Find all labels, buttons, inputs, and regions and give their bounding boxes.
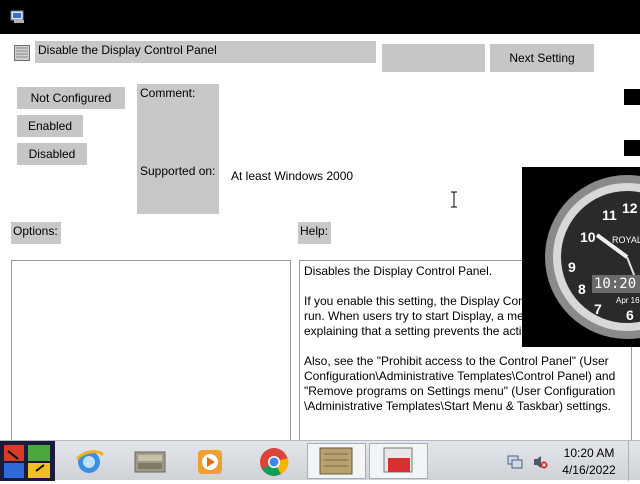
policy-icon	[14, 45, 30, 61]
options-label: Options:	[11, 222, 61, 244]
media-player-icon[interactable]	[193, 445, 227, 479]
clock-numeral: 7	[594, 301, 602, 317]
taskbar-app-active-1[interactable]	[307, 443, 366, 479]
help-label: Help:	[298, 222, 331, 244]
previous-setting-button[interactable]	[382, 44, 485, 72]
volume-muted-icon[interactable]	[532, 454, 548, 470]
help-line: Also, see the "Prohibit access to the Co…	[304, 354, 609, 368]
policy-title: Disable the Display Control Panel	[35, 41, 376, 63]
next-setting-button[interactable]: Next Setting	[490, 44, 594, 72]
clock-brand: ROYAL	[612, 235, 640, 245]
network-icon[interactable]	[507, 454, 523, 470]
taskbar-date[interactable]: 4/16/2022	[556, 463, 622, 477]
clock-numeral: 6	[626, 307, 634, 323]
clock-numeral: 12	[622, 200, 638, 216]
clock-numeral: 10	[580, 229, 596, 245]
clock-numeral: 11	[602, 207, 617, 223]
help-line: "Remove programs on Settings menu" (User…	[304, 384, 616, 398]
help-line: Configuration\Administrative Templates\C…	[304, 369, 616, 383]
edge-marker	[624, 140, 640, 156]
clock-numeral: 8	[578, 281, 586, 297]
taskbar-app-active-2[interactable]	[369, 443, 428, 479]
enabled-radio[interactable]: Enabled	[17, 115, 83, 137]
supported-on-label: Supported on:	[140, 164, 216, 178]
clock-digital-time: 10:20	[594, 276, 637, 292]
supported-on-value: At least Windows 2000	[231, 169, 354, 183]
clock-digital-date: Apr 16	[616, 296, 640, 305]
ie-icon[interactable]	[72, 445, 106, 479]
taskbar: 10:20 AM 4/16/2022	[0, 440, 640, 481]
not-configured-radio[interactable]: Not Configured	[17, 87, 125, 109]
clock-numeral: 9	[568, 259, 576, 275]
title-bar	[0, 0, 640, 34]
comment-label-panel: Comment: Supported on:	[137, 84, 219, 214]
comment-label: Comment:	[140, 86, 196, 100]
disabled-radio[interactable]: Disabled	[17, 143, 87, 165]
policy-app-icon[interactable]	[10, 10, 26, 24]
show-desktop-button[interactable]	[628, 441, 640, 481]
taskbar-time[interactable]: 10:20 AM	[556, 446, 622, 460]
help-line: \Administrative Templates\Start Menu & T…	[304, 399, 612, 413]
text-cursor-icon	[450, 191, 458, 208]
app-icon-1[interactable]	[133, 445, 167, 479]
options-pane[interactable]	[11, 260, 291, 445]
clock-gadget[interactable]: 10 11 12 9 8 7 6 ROYAL 10:20 Apr 16	[522, 167, 640, 347]
chrome-icon[interactable]	[257, 445, 291, 479]
edge-marker	[624, 89, 640, 105]
start-button-icon[interactable]	[0, 441, 55, 481]
